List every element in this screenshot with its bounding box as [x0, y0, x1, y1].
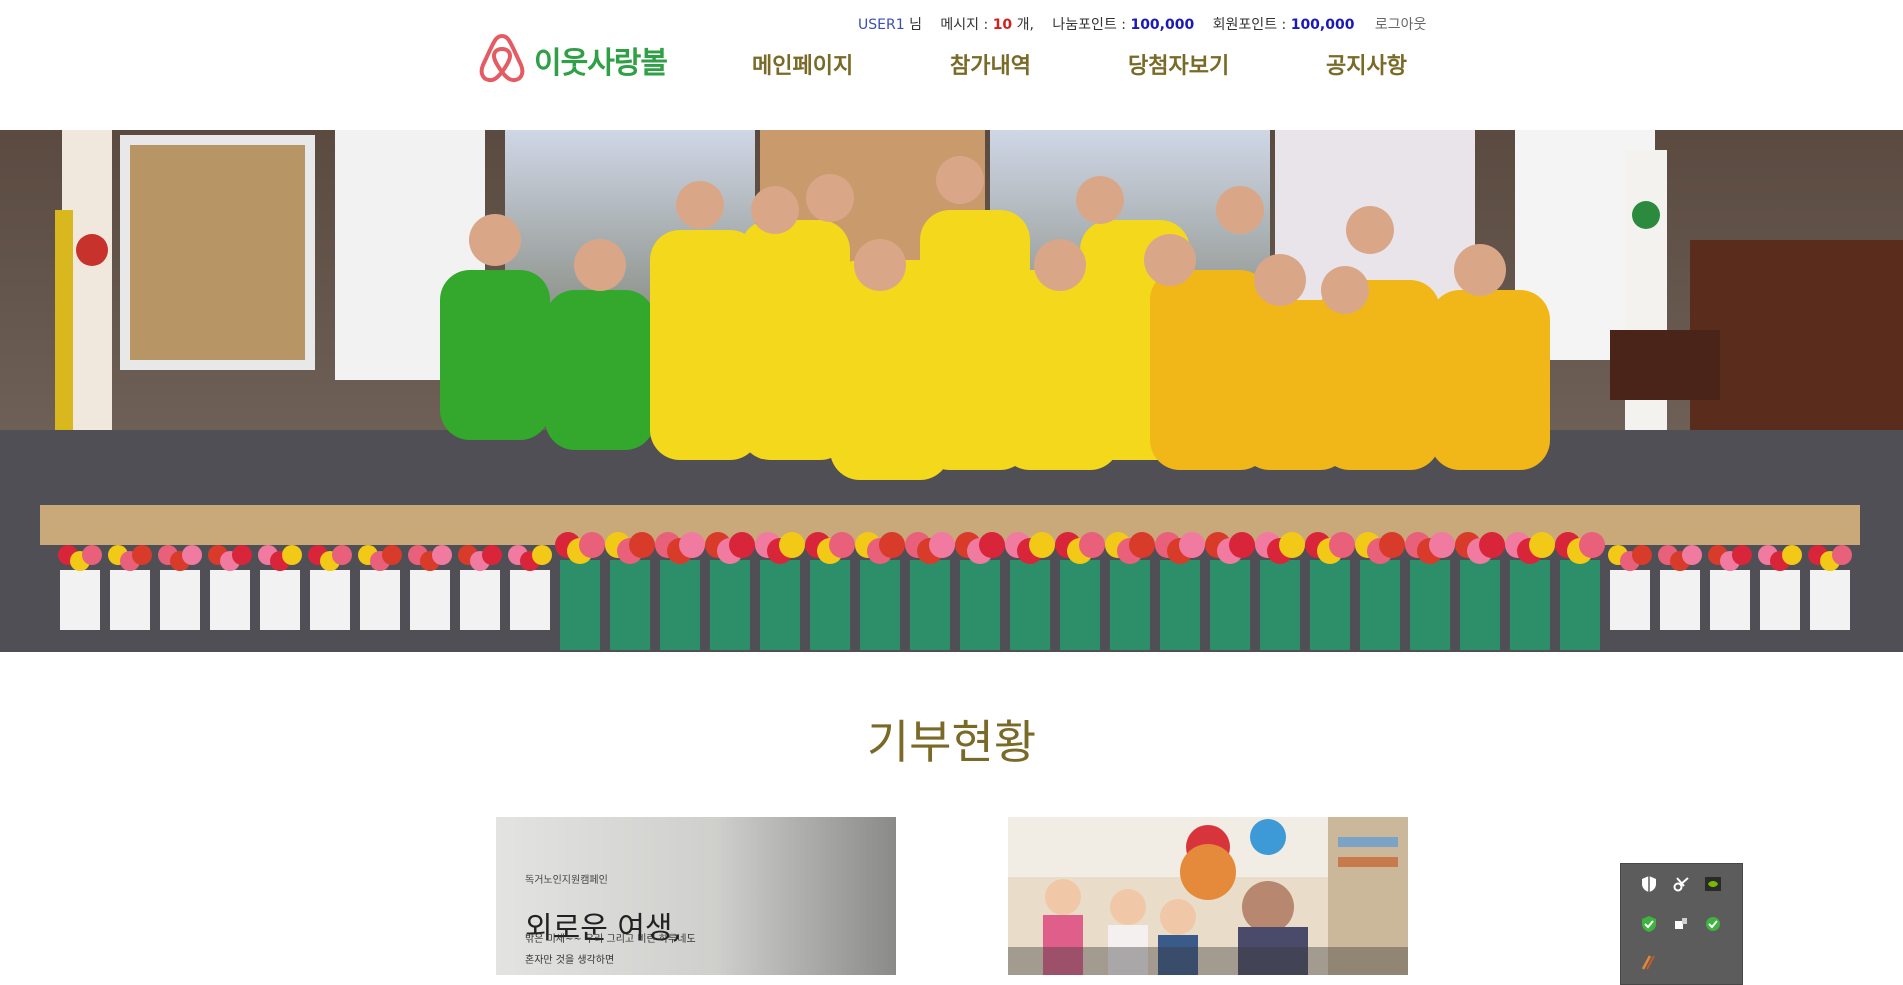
donation-section-title: 기부현황 [866, 715, 1037, 769]
card-subtitle-line2: 혼자만 것을 생각하면 [525, 955, 615, 966]
donation-card-children[interactable] [1008, 817, 1408, 975]
shield-icon[interactable] [1637, 872, 1661, 896]
children-christmas-photo [1008, 817, 1408, 975]
network-icon[interactable] [1701, 912, 1725, 936]
member-points-label: 회원포인트 : [1212, 17, 1287, 33]
card-tag: 독거노인지원캠페인 [525, 875, 608, 886]
usb-device-icon[interactable] [1669, 912, 1693, 936]
system-tray-popup [1620, 863, 1743, 985]
logout-link[interactable]: 로그아웃 [1375, 14, 1427, 34]
messages-count[interactable]: 10 [993, 17, 1012, 33]
donation-card-elderly[interactable]: 독거노인지원캠페인 외로운 여생, 밖은 미세~~ 우리 그리고 비린 하루네도… [496, 817, 896, 975]
nav-main-page[interactable]: 메인페이지 [752, 48, 853, 80]
messages-label: 메시지 : [940, 17, 989, 33]
volunteer-group-photo [0, 130, 1903, 652]
share-points-label: 나눔포인트 : [1052, 17, 1126, 33]
site-logo[interactable]: 이웃사랑볼 [478, 32, 668, 88]
share-points-value: 100,000 [1130, 17, 1195, 33]
vaccine-check-icon[interactable] [1637, 912, 1661, 936]
airbnb-style-logo-icon [478, 32, 526, 88]
card-subtitle: 밖은 미세~~ 우리 그리고 비린 하루네도 혼자만 것을 생각하면 [525, 930, 755, 966]
snipping-tool-icon[interactable] [1669, 872, 1693, 896]
messages-unit: 개, [1016, 17, 1034, 33]
hero-banner-photo [0, 130, 1903, 652]
user-status-bar: USER1 님 메시지 : 10 개, 나눔포인트 : 100,000 회원포인… [858, 14, 1426, 34]
nav-participation[interactable]: 참가내역 [950, 48, 1031, 80]
nav-notices[interactable]: 공지사항 [1326, 48, 1407, 80]
logo-text: 이웃사랑볼 [534, 45, 668, 81]
card-subtitle-line1: 밖은 미세~~ 우리 그리고 비린 하루네도 [525, 934, 696, 945]
user-suffix: 님 [909, 17, 922, 33]
member-points-value: 100,000 [1290, 17, 1355, 33]
nav-winners[interactable]: 당첨자보기 [1128, 48, 1229, 80]
user-name: USER1 [858, 17, 905, 33]
pen-tool-icon[interactable] [1637, 950, 1661, 974]
nvidia-icon[interactable] [1701, 872, 1725, 896]
